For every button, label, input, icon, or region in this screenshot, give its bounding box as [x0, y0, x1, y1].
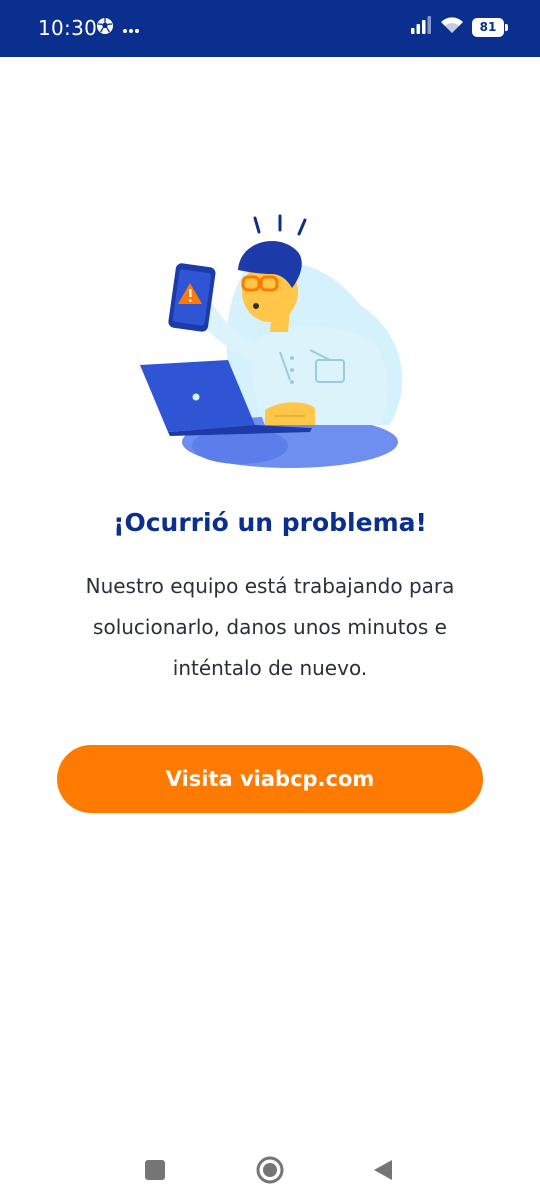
home-circle-icon[interactable]: [253, 1153, 287, 1187]
error-message: Nuestro equipo está trabajando para solu…: [85, 574, 455, 680]
visit-viabcp-button[interactable]: Visita viabcp.com: [57, 745, 483, 813]
signal-icon: [410, 16, 432, 38]
more-dots-icon: [122, 19, 140, 38]
system-nav-bar: [0, 1140, 540, 1200]
status-left-icons: [96, 17, 140, 39]
error-title: ¡Ocurrió un problema!: [113, 508, 427, 537]
status-right-icons: 81: [410, 16, 508, 38]
status-bar: 10:30 81: [0, 0, 540, 57]
back-triangle-icon[interactable]: [366, 1153, 400, 1187]
battery-icon: 81: [472, 17, 508, 37]
man-with-phone-warning-illustration: [130, 210, 420, 480]
soccer-ball-icon: [96, 17, 114, 39]
recents-square-icon[interactable]: [138, 1153, 172, 1187]
status-time: 10:30: [38, 16, 98, 40]
wifi-icon: [440, 16, 464, 38]
